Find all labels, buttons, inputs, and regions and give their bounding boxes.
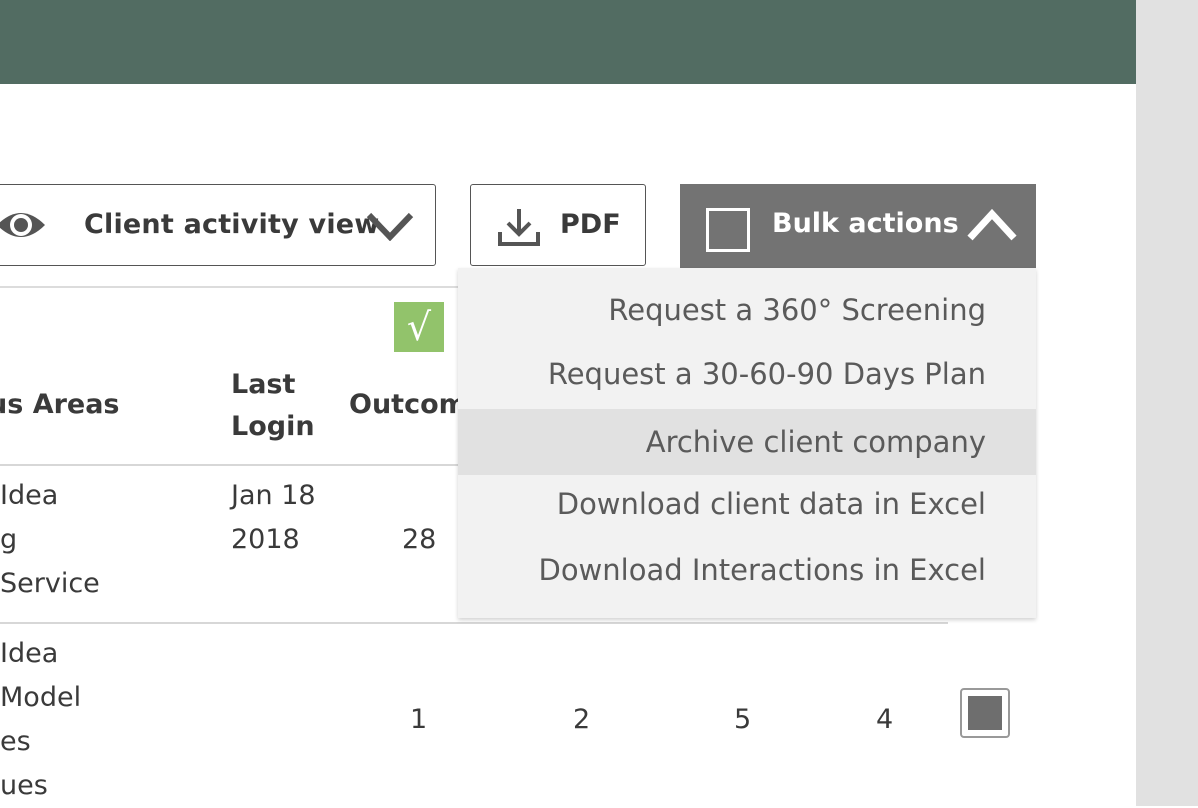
row1-focus-line1: Idea (0, 480, 59, 511)
row2-focus-line2: Model (0, 682, 82, 713)
row2-col4: 4 (876, 704, 894, 735)
row2-col2: 2 (573, 704, 591, 735)
menu-item-request-30-60-90-plan[interactable]: Request a 30-60-90 Days Plan (458, 342, 1036, 406)
menu-item-request-360-screening[interactable]: Request a 360° Screening (458, 278, 1036, 342)
view-select-label: Client activity view (84, 209, 380, 240)
row2-focus-line4: ues (0, 770, 48, 801)
pdf-button[interactable]: PDF (470, 184, 646, 266)
menu-item-download-interactions-excel[interactable]: Download Interactions in Excel (458, 538, 1036, 602)
bulk-actions-menu: Request a 360° Screening Request a 30-60… (458, 268, 1036, 618)
header-last-login-line2[interactable]: Login (231, 406, 315, 448)
select-all-checkbox[interactable] (706, 208, 750, 252)
row2-focus-line3: es (0, 726, 31, 757)
header-focus-areas[interactable]: us Areas (0, 384, 120, 426)
row2-checkbox[interactable] (960, 688, 1010, 738)
chevron-up-icon (966, 208, 1018, 246)
row2-outcomes: 1 (410, 704, 428, 735)
bulk-actions-label: Bulk actions (772, 208, 959, 239)
app-header (0, 0, 1136, 84)
row2-focus-line1: Idea (0, 638, 59, 669)
menu-item-archive-client-company[interactable]: Archive client company (458, 409, 1036, 475)
menu-item-download-client-data-excel[interactable]: Download client data in Excel (458, 472, 1036, 536)
checkmark-icon: √ (394, 302, 444, 352)
row1-focus-line3: Service (0, 568, 100, 599)
scrollbar-track[interactable] (1136, 0, 1198, 806)
row1-outcomes: 28 (402, 524, 437, 555)
row1-last-login-line1: Jan 18 (231, 480, 316, 511)
header-outcomes[interactable]: Outcom (349, 384, 467, 426)
eye-icon (0, 207, 47, 247)
row2-col3: 5 (734, 704, 752, 735)
checkbox-fill (968, 696, 1002, 730)
header-last-login-line1[interactable]: Last (231, 364, 295, 406)
download-icon (497, 207, 541, 251)
toolbar-divider (0, 286, 460, 288)
pdf-label: PDF (560, 209, 621, 240)
header-row-divider (0, 464, 470, 466)
bulk-actions-button[interactable]: Bulk actions (680, 184, 1036, 268)
row-divider (0, 622, 948, 624)
chevron-down-icon (365, 211, 415, 245)
row1-focus-line2: g (0, 524, 18, 555)
client-activity-view-select[interactable]: Client activity view (0, 184, 436, 266)
row1-last-login-line2: 2018 (231, 524, 300, 555)
